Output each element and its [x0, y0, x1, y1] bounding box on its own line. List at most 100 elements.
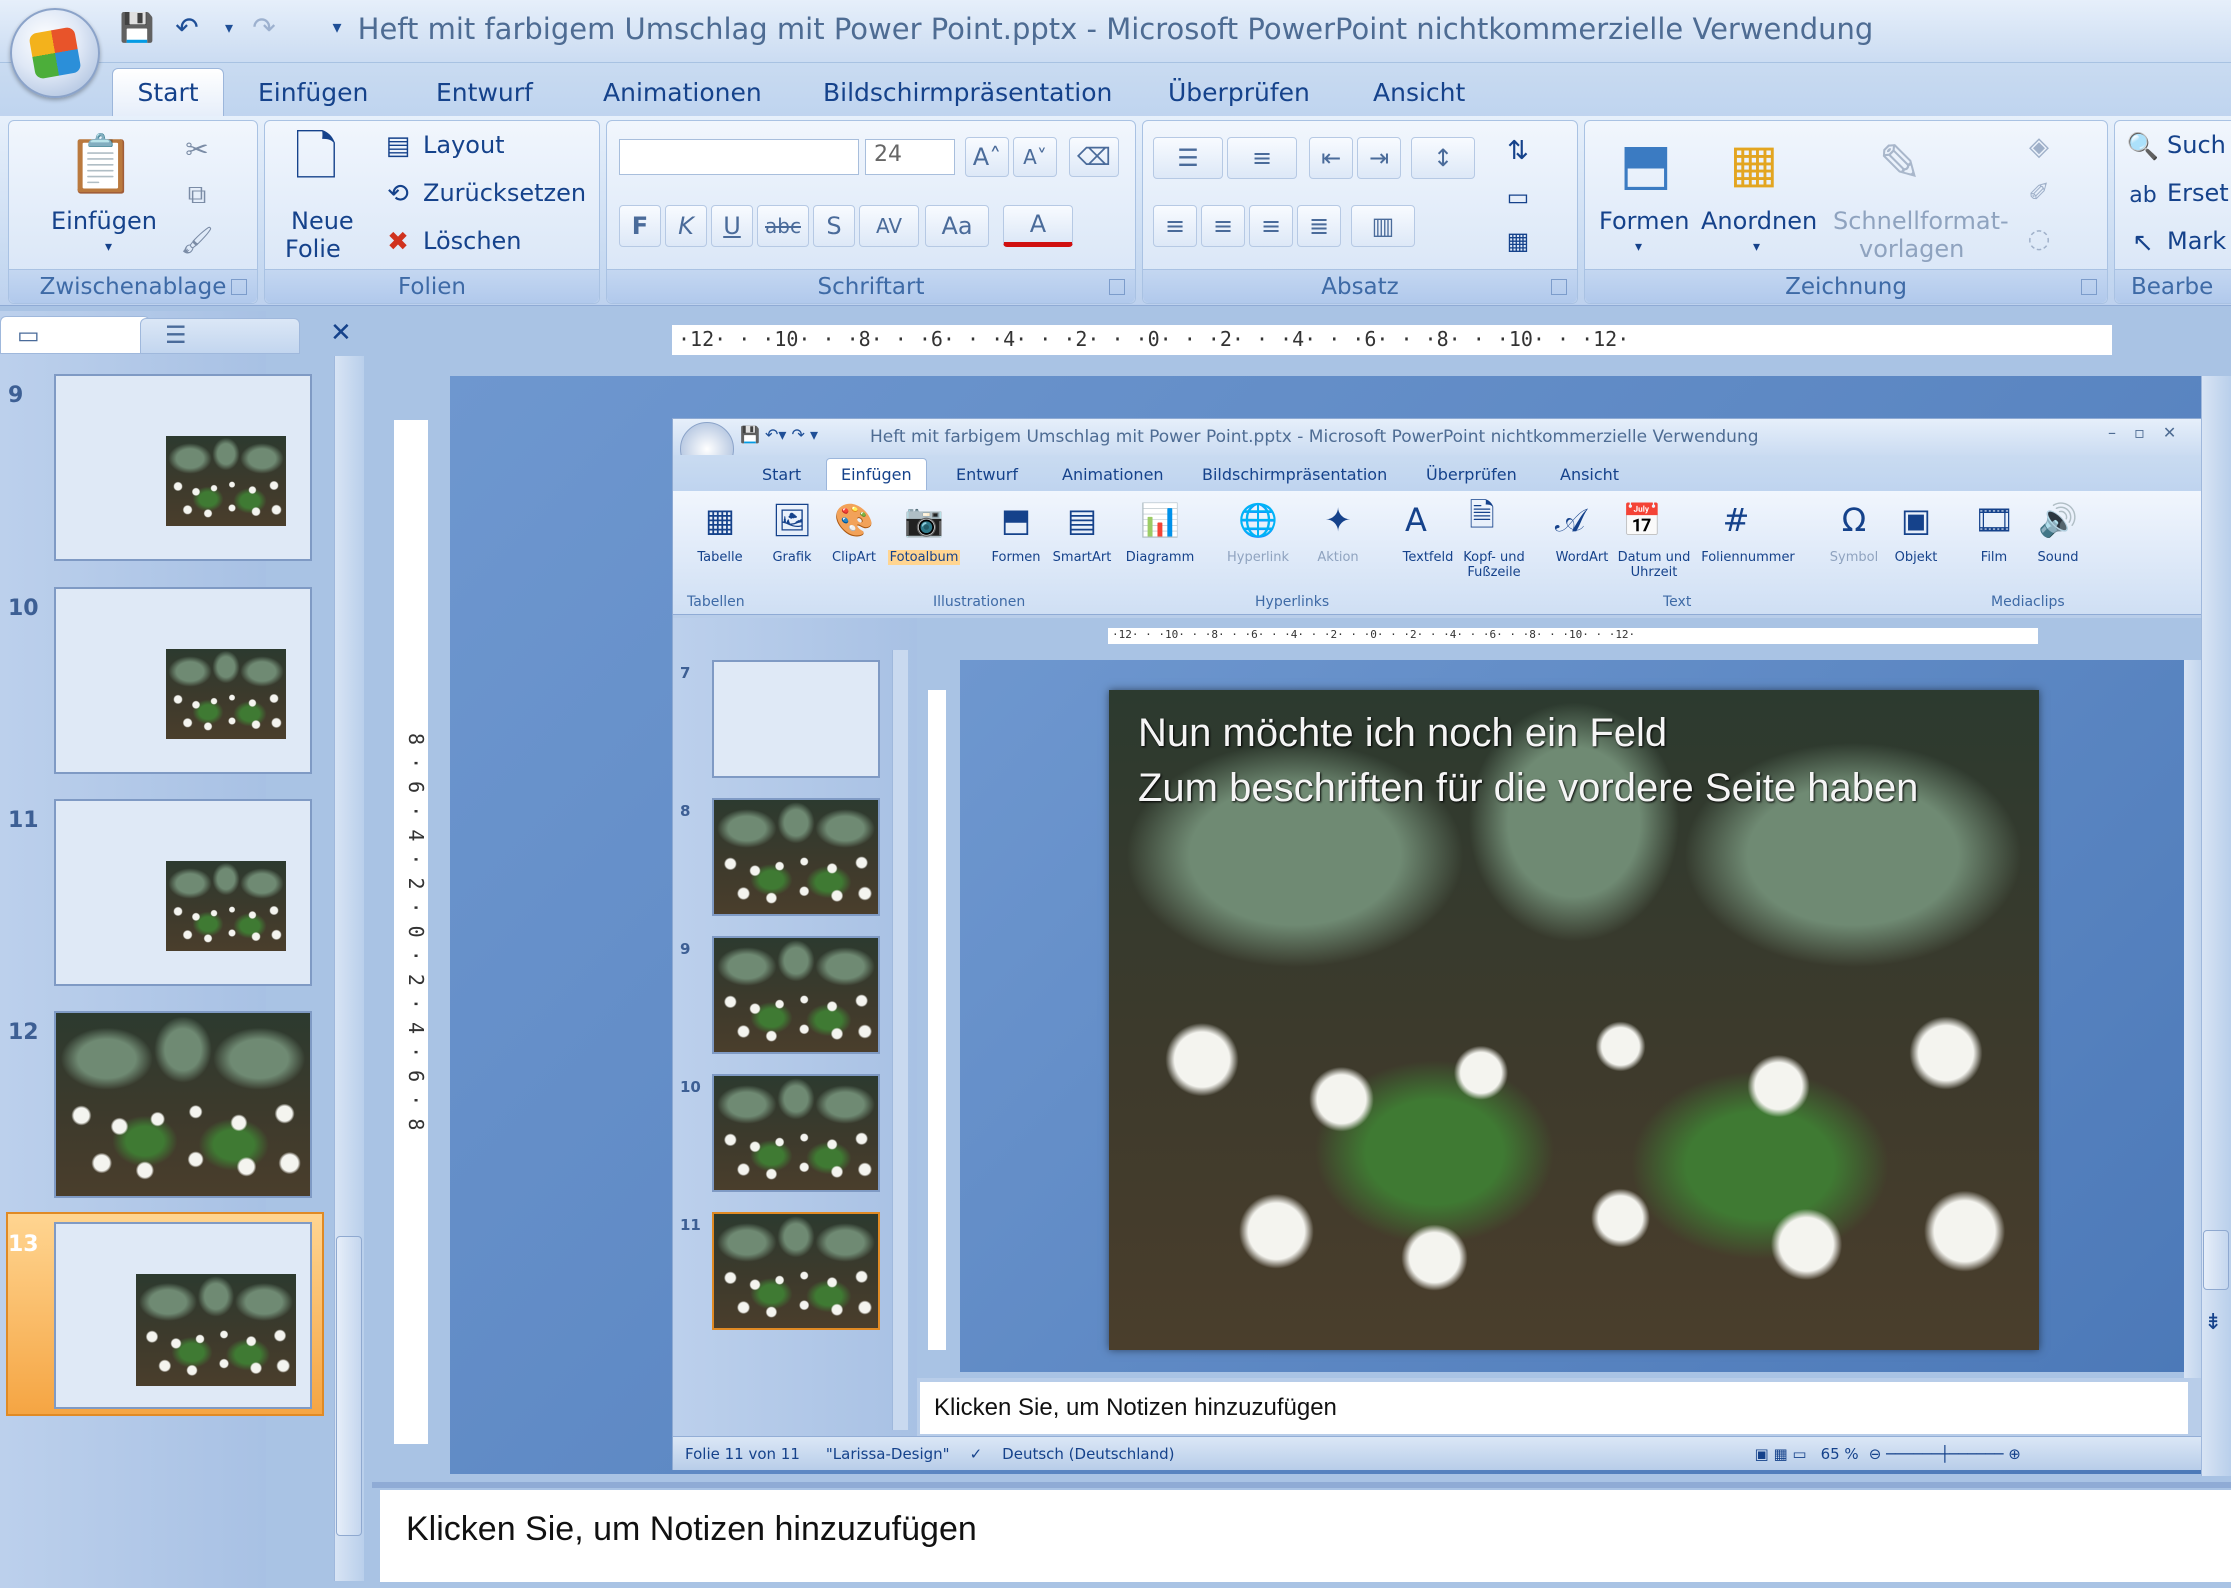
font-color-button[interactable]: A — [1003, 205, 1073, 247]
justify-icon[interactable]: ≣ — [1297, 205, 1341, 247]
thumb-number: 9 — [8, 383, 24, 408]
clear-format-icon[interactable]: ⌫ — [1069, 137, 1119, 177]
align-right-icon[interactable]: ≡ — [1249, 205, 1293, 247]
layout-icon[interactable]: ▤ — [381, 129, 415, 163]
inner-button-label: Foliennummer — [1701, 550, 1795, 565]
strikethrough-button[interactable]: abc — [757, 205, 809, 247]
delete-icon[interactable]: ✖ — [381, 225, 415, 259]
tab-animationen[interactable]: Animationen — [585, 68, 780, 116]
shapes-icon[interactable]: ⬒ — [1611, 127, 1681, 201]
shapes-dropdown-icon[interactable]: ▾ — [1635, 239, 1642, 255]
inner-button-icon: ▣ — [1900, 501, 1932, 539]
group-label-clipboard: Zwischenablage — [9, 269, 257, 303]
group-label-editing: Bearbe — [2115, 269, 2231, 303]
tab-slides-view[interactable]: ▭ — [0, 316, 150, 354]
editor-scroll-thumb[interactable] — [2203, 1230, 2229, 1290]
arrange-dropdown-icon[interactable]: ▾ — [1753, 239, 1760, 255]
paste-dropdown-icon[interactable]: ▾ — [105, 239, 112, 255]
align-text-icon[interactable]: ▭ — [1493, 177, 1543, 217]
change-case-button[interactable]: Aa — [925, 205, 989, 247]
inner-button-label: Sound — [2037, 550, 2079, 565]
slide-thumbnail-13[interactable] — [54, 1222, 312, 1409]
office-button[interactable] — [10, 8, 100, 98]
window-title: Heft mit farbigem Umschlag mit Power Poi… — [357, 12, 1874, 46]
columns-icon[interactable]: ▥ — [1351, 205, 1415, 247]
quick-styles-icon[interactable]: ✎ — [1865, 127, 1935, 201]
font-size-field[interactable]: 24 — [865, 139, 955, 175]
decrease-indent-icon[interactable]: ⇤ — [1309, 137, 1353, 179]
quick-styles-label-1[interactable]: Schnellformat- — [1833, 207, 2009, 235]
inner-window-title: Heft mit farbigem Umschlag mit Power Poi… — [870, 427, 1759, 447]
delete-button[interactable]: Löschen — [423, 227, 522, 255]
reset-button[interactable]: Zurücksetzen — [423, 179, 586, 207]
char-spacing-button[interactable]: AV — [859, 205, 919, 247]
tab-start[interactable]: Start — [112, 68, 224, 116]
group-drawing: ⬒ Formen ▾ ▦ Anordnen ▾ ✎ Schnellformat-… — [1584, 120, 2108, 304]
smartart-convert-icon[interactable]: ▦ — [1493, 221, 1543, 261]
text-direction-icon[interactable]: ⇅ — [1493, 131, 1543, 171]
tab-einfuegen[interactable]: Einfügen — [240, 68, 386, 116]
bullets-icon[interactable]: ☰ — [1153, 137, 1223, 179]
notes-splitter[interactable] — [372, 1482, 2231, 1488]
numbering-icon[interactable]: ≡ — [1227, 137, 1297, 179]
paste-icon[interactable]: 📋 — [66, 129, 136, 199]
find-icon[interactable]: 🔍 — [2125, 129, 2161, 165]
increase-indent-icon[interactable]: ⇥ — [1357, 137, 1401, 179]
slide-thumbnail-10[interactable] — [54, 587, 312, 774]
close-pane-icon[interactable]: ✕ — [330, 318, 352, 348]
italic-button[interactable]: K — [665, 205, 707, 247]
select-button[interactable]: Mark — [2167, 227, 2226, 255]
find-button[interactable]: Such — [2167, 131, 2226, 159]
inner-button-icon: Ω — [1841, 501, 1867, 539]
replace-button[interactable]: Erset — [2167, 179, 2229, 207]
new-slide-icon[interactable]: 🗋 — [283, 125, 349, 199]
tab-outline-view[interactable]: ☰ — [140, 318, 300, 354]
new-slide-label-2[interactable]: Folie — [285, 235, 341, 263]
cut-icon[interactable]: ✂ — [179, 131, 215, 167]
next-slide-icon[interactable]: ⇟ — [2204, 1310, 2222, 1335]
tab-bildschirmpraesentation[interactable]: Bildschirmpräsentation — [805, 68, 1130, 116]
shadow-button[interactable]: S — [813, 205, 855, 247]
arrange-button[interactable]: Anordnen — [1701, 207, 1817, 235]
quick-styles-label-2[interactable]: vorlagen — [1859, 235, 1964, 263]
drawing-launcher-icon[interactable] — [2081, 279, 2097, 295]
inner-button-label: Hyperlink — [1226, 550, 1290, 565]
tab-entwurf[interactable]: Entwurf — [418, 68, 551, 116]
slide-text-box[interactable]: Nun möchte ich noch ein Feld Zum beschri… — [1138, 706, 1918, 816]
layout-button[interactable]: Layout — [423, 131, 505, 159]
thumb-number: 10 — [8, 596, 39, 621]
slide-thumbnail-9[interactable] — [54, 374, 312, 561]
font-launcher-icon[interactable] — [1109, 279, 1125, 295]
thumbnail-scroll-thumb[interactable] — [336, 1236, 362, 1536]
format-painter-icon[interactable]: 🖌 — [179, 223, 215, 259]
tab-ansicht[interactable]: Ansicht — [1355, 68, 1483, 116]
font-name-field[interactable] — [619, 139, 859, 175]
slide-thumbnail-12[interactable] — [54, 1011, 312, 1198]
line-spacing-icon[interactable]: ↕ — [1411, 137, 1475, 179]
reset-icon[interactable]: ⟲ — [381, 177, 415, 211]
inner-button-label: Datum und Uhrzeit — [1617, 550, 1691, 580]
shape-outline-icon[interactable]: ✐ — [2017, 175, 2061, 211]
arrange-icon[interactable]: ▦ — [1719, 127, 1789, 201]
align-left-icon[interactable]: ≡ — [1153, 205, 1197, 247]
paste-button[interactable]: Einfügen — [51, 207, 157, 235]
underline-button[interactable]: U — [711, 205, 753, 247]
shapes-button[interactable]: Formen — [1599, 207, 1689, 235]
group-font: 24 A˄ A˅ ⌫ F K U abc S AV Aa A Schriftar… — [606, 120, 1136, 304]
shape-effects-icon[interactable]: ◌ — [2017, 221, 2061, 257]
tab-ueberpruefen[interactable]: Überprüfen — [1150, 68, 1328, 116]
slide-thumbnail-11[interactable] — [54, 799, 312, 986]
copy-icon[interactable]: ⧉ — [179, 177, 215, 213]
inner-status-slide: Folie 11 von 11 — [685, 1444, 800, 1463]
grow-font-icon[interactable]: A˄ — [965, 137, 1009, 177]
select-icon[interactable]: ↖ — [2125, 225, 2161, 261]
clipboard-launcher-icon[interactable] — [231, 279, 247, 295]
align-center-icon[interactable]: ≡ — [1201, 205, 1245, 247]
bold-button[interactable]: F — [619, 205, 661, 247]
replace-icon[interactable]: ab — [2125, 177, 2161, 213]
notes-field[interactable]: Klicken Sie, um Notizen hinzuzufügen — [380, 1490, 2231, 1582]
shape-fill-icon[interactable]: ◈ — [2017, 129, 2061, 165]
new-slide-label[interactable]: Neue — [291, 207, 354, 235]
shrink-font-icon[interactable]: A˅ — [1013, 137, 1057, 177]
paragraph-launcher-icon[interactable] — [1551, 279, 1567, 295]
